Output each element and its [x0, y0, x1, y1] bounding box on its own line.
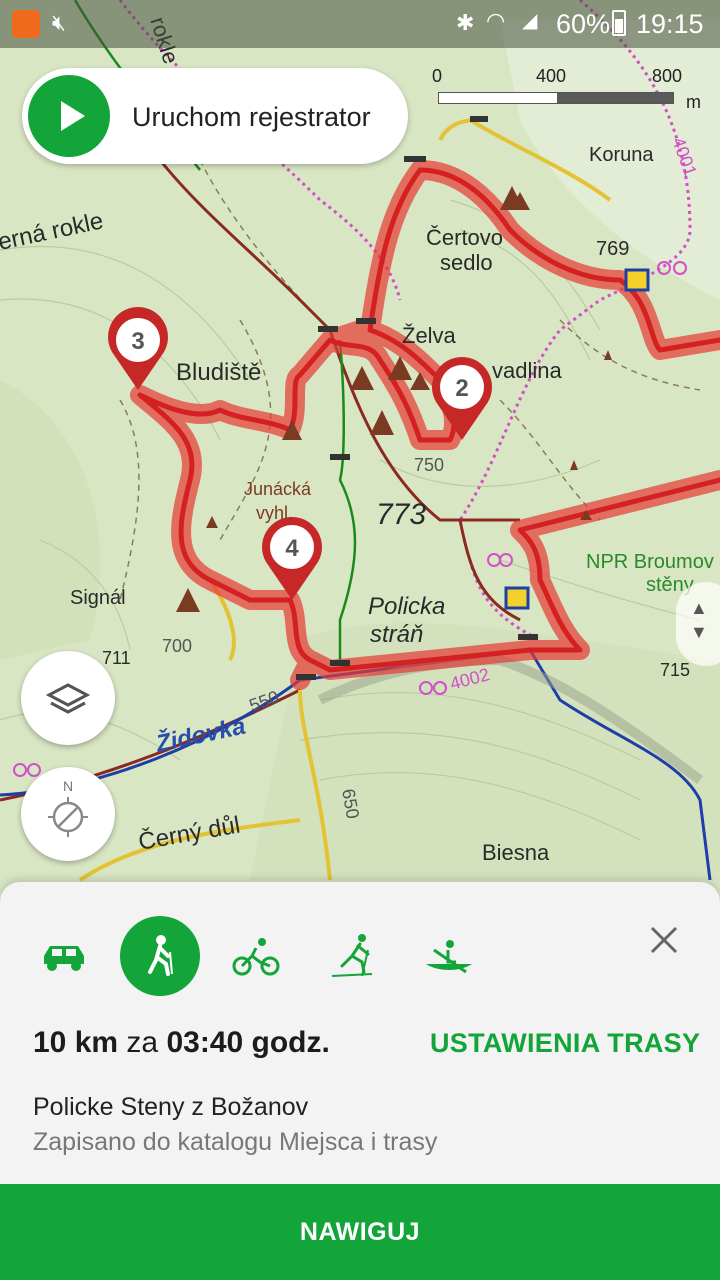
bluetooth-icon: ✱ — [456, 10, 475, 35]
place-label-vadlina: vadlina — [492, 358, 562, 383]
mode-car-button[interactable] — [24, 916, 104, 996]
status-bar: 🔇︎ ✱ ◠ ◢ 60% 19:15 — [0, 0, 720, 48]
route-summary: 10 km za 03:40 godz. — [33, 1026, 330, 1060]
waypoint-2-label: 2 — [455, 375, 468, 402]
canoe-icon — [426, 940, 472, 974]
place-label-policka-1: Policka — [368, 593, 445, 620]
app-notification-icon — [12, 10, 40, 38]
bicycle-icon — [232, 938, 280, 976]
place-label-certovo-1: Čertovo — [426, 225, 503, 250]
mode-canoe-button[interactable] — [408, 916, 488, 996]
battery-icon — [612, 10, 626, 36]
elevation-700: 700 — [162, 636, 192, 656]
elevation-715: 715 — [660, 660, 690, 680]
battery-percent: 60% — [556, 9, 611, 39]
scale-tick-800: 800 — [652, 66, 683, 86]
chevron-up-icon: ▲ — [690, 598, 708, 618]
route-duration: 03:40 godz. — [166, 1026, 330, 1059]
waypoint-4-label: 4 — [285, 535, 299, 562]
zoom-slider-handle[interactable]: ▲ ▼ — [676, 582, 720, 666]
route-name: Policke Steny z Božanov — [33, 1093, 309, 1121]
place-label-certovo-2: sedlo — [440, 250, 493, 275]
chevron-down-icon: ▼ — [690, 622, 708, 642]
route-distance: 10 km — [33, 1026, 119, 1059]
wifi-icon: ◠ — [486, 8, 506, 33]
route-bottom-sheet: 10 km za 03:40 godz. USTAWIENIA TRASY Po… — [0, 882, 720, 1280]
hiking-icon — [148, 935, 173, 976]
close-route-button[interactable] — [642, 918, 686, 962]
svg-text:N: N — [63, 778, 73, 794]
compass-button[interactable]: N — [21, 767, 115, 861]
start-recorder-button[interactable]: Uruchom rejestrator — [22, 68, 408, 164]
volume-muted-icon: 🔇︎ — [52, 10, 66, 35]
route-subtitle: Zapisano do katalogu Miejsca i trasy — [33, 1128, 438, 1156]
route-connector: za — [126, 1026, 159, 1059]
mode-ski-button[interactable] — [312, 916, 392, 996]
elevation-769: 769 — [596, 238, 629, 260]
scale-tick-400: 400 — [536, 66, 567, 86]
place-label-bludiste: Bludiště — [176, 359, 261, 386]
elevation-750: 750 — [414, 455, 444, 475]
place-label-signal: Signál — [70, 587, 126, 609]
play-icon[interactable] — [28, 75, 110, 157]
start-recorder-label: Uruchom rejestrator — [132, 102, 371, 132]
place-label-zelva: Želva — [402, 323, 457, 348]
signal-icon: ◢ — [522, 10, 538, 32]
place-label-junacka-1: Junácká — [244, 479, 312, 499]
place-label-koruna: Koruna — [589, 144, 654, 166]
status-time: 19:15 — [636, 9, 704, 39]
place-label-biesna: Biesna — [482, 840, 550, 865]
ski-icon — [331, 934, 373, 977]
layers-icon — [45, 683, 91, 714]
scale-tick-0: 0 — [432, 66, 443, 86]
route-settings-button[interactable]: USTAWIENIA TRASY — [430, 1028, 700, 1059]
car-icon — [44, 946, 84, 971]
compass-icon: N — [48, 778, 88, 837]
scale-unit: m — [686, 92, 701, 112]
waypoint-3-label: 3 — [131, 328, 144, 355]
elevation-773: 773 — [376, 498, 426, 531]
mode-bike-button[interactable] — [216, 916, 296, 996]
place-label-junacka-2: vyhl. — [256, 503, 293, 523]
close-icon — [650, 926, 678, 954]
navigate-button[interactable]: NAWIGUJ — [0, 1184, 720, 1280]
place-label-npr-1: NPR Broumov — [586, 551, 714, 573]
place-label-policka-2: stráň — [370, 621, 423, 648]
scale-bar-graphic — [438, 92, 674, 104]
mode-walk-button[interactable] — [120, 916, 200, 996]
map-scale-bar: 0 400 800 m — [432, 64, 712, 112]
layers-button[interactable] — [21, 651, 115, 745]
